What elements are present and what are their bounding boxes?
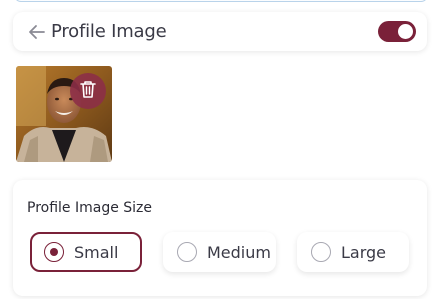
profile-image-size-label: Profile Image Size <box>27 200 153 216</box>
size-option-label: Large <box>341 242 387 262</box>
arrow-left-icon[interactable] <box>27 22 47 42</box>
size-option-label: Small <box>74 242 119 262</box>
previous-card-edge <box>14 0 428 2</box>
size-option-small[interactable]: Small <box>30 232 142 272</box>
radio-selected-dot <box>50 248 58 256</box>
radio-large[interactable] <box>311 242 331 262</box>
profile-image-toggle[interactable] <box>378 21 416 42</box>
radio-small[interactable] <box>44 242 64 262</box>
profile-image-size-card: Profile Image Size Small Medium Large <box>13 180 427 296</box>
trash-icon <box>79 79 97 104</box>
toggle-knob <box>398 24 413 39</box>
size-option-large[interactable]: Large <box>297 232 409 272</box>
profile-image-header: Profile Image <box>13 12 427 51</box>
page-title: Profile Image <box>51 21 167 42</box>
size-option-label: Medium <box>207 242 271 262</box>
radio-medium[interactable] <box>177 242 197 262</box>
size-option-medium[interactable]: Medium <box>163 232 276 272</box>
delete-photo-button[interactable] <box>70 73 106 109</box>
